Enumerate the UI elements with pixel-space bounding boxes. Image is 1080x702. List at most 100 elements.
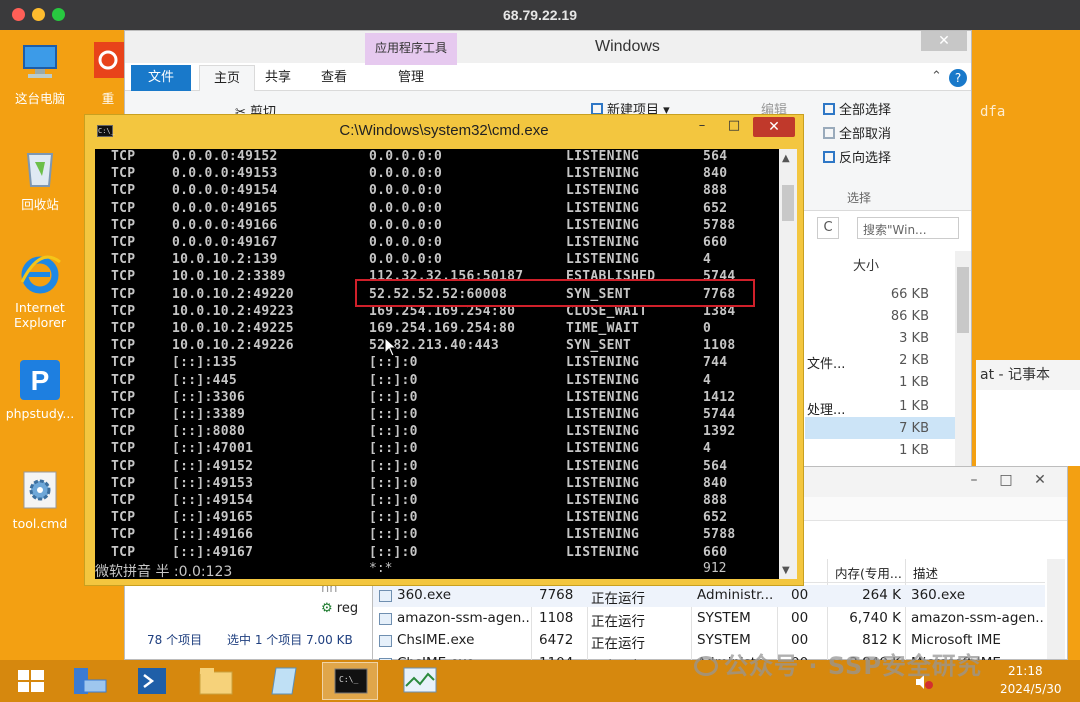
netstat-line: TCP 0.0.0.0:49167 0.0.0.0:0 LISTENING 660 — [95, 235, 779, 252]
taskbar-task-manager[interactable] — [392, 662, 448, 700]
process-pid: 6472 — [539, 632, 574, 649]
netstat-proto: TCP — [111, 441, 136, 457]
column-header-size[interactable]: 大小 — [853, 255, 879, 274]
select-none-icon — [823, 127, 835, 139]
ime-line-pid: 912 — [703, 561, 727, 576]
wechat-logo-icon — [694, 656, 718, 676]
notepad-window-title[interactable]: at - 记事本 — [976, 360, 1080, 390]
netstat-state: LISTENING — [566, 183, 640, 199]
file-size: 1 KB — [899, 399, 929, 414]
netstat-local-address: 10.0.10.2:49223 — [172, 303, 294, 319]
netstat-pid: 660 — [703, 235, 728, 250]
netstat-pid: 660 — [703, 544, 728, 560]
netstat-state: LISTENING — [566, 458, 640, 474]
netstat-line: TCP [::]:49154 [::]:0 LISTENING 888 — [95, 493, 779, 510]
close-button[interactable]: ✕ — [1025, 467, 1055, 493]
help-icon[interactable]: ? — [949, 69, 967, 87]
netstat-local-address: [::]:49167 — [172, 544, 254, 560]
netstat-state: LISTENING — [566, 475, 640, 491]
internet-explorer-icon — [18, 252, 62, 296]
netstat-proto: TCP — [111, 183, 136, 199]
netstat-line: TCP [::]:49165 [::]:0 LISTENING 652 — [95, 510, 779, 527]
file-size: 7 KB — [899, 421, 929, 436]
task-manager-scrollbar[interactable] — [1047, 559, 1065, 659]
tab-view[interactable]: 查看 — [311, 65, 357, 91]
file-size: 66 KB — [890, 287, 929, 302]
netstat-local-address: [::]:3389 — [172, 407, 246, 422]
ribbon-group-select-label: 选择 — [847, 191, 872, 205]
netstat-state: LISTENING — [566, 441, 640, 457]
desktop-icon-tool-cmd[interactable]: tool.cmd — [2, 468, 78, 531]
cmd-close-button[interactable]: ✕ — [753, 117, 795, 137]
tab-share[interactable]: 共享 — [255, 65, 301, 91]
desktop-icon-internet-explorer[interactable]: Internet Explorer — [2, 252, 78, 330]
column-header-description[interactable]: 描述 — [913, 563, 938, 582]
netstat-state: LISTENING — [566, 389, 640, 405]
taskbar-server-manager[interactable] — [62, 662, 118, 700]
netstat-pid: 5744 — [703, 407, 736, 422]
scroll-down-icon[interactable]: ▼ — [782, 565, 790, 576]
netstat-foreign-address: 0.0.0.0:0 — [369, 166, 443, 182]
process-user: Administr... — [697, 587, 774, 603]
desktop-icon-recycle-bin[interactable]: 回收站 — [2, 146, 78, 213]
refresh-button[interactable]: C — [817, 217, 839, 239]
gear-file-icon — [18, 468, 62, 512]
file-name-fragment: 处理... — [807, 403, 846, 418]
taskbar-file-explorer[interactable] — [188, 662, 244, 700]
console-output[interactable]: TCP 0.0.0.0:49152 0.0.0.0:0 LISTENING 564 TCP… — [95, 149, 779, 579]
taskbar-notepad[interactable] — [258, 662, 314, 700]
netstat-proto: TCP — [111, 544, 136, 560]
invert-selection-button[interactable]: 反向选择 — [823, 147, 891, 166]
viewer-titlebar: 68.79.22.19 — [0, 0, 1080, 30]
start-button[interactable] — [4, 662, 60, 700]
netstat-state: LISTENING — [566, 217, 640, 233]
ribbon-collapse-icon[interactable]: ⌃ — [931, 69, 942, 84]
svg-text:P: P — [31, 365, 50, 396]
tree-item-reg[interactable]: ⚙ reg — [321, 601, 358, 616]
tab-manage[interactable]: 管理 — [383, 65, 439, 91]
netstat-state: LISTENING — [566, 252, 640, 268]
netstat-pid: 1108 — [703, 338, 736, 354]
search-input[interactable]: 搜索"Win... — [857, 217, 959, 239]
recycle-bin-icon — [18, 146, 62, 190]
process-desc: 360.exe — [911, 587, 966, 603]
context-tab-app-tools: 应用程序工具 — [365, 33, 457, 65]
desktop-icon-label: 回收站 — [21, 197, 59, 212]
netstat-local-address: [::]:135 — [172, 355, 238, 371]
clock-date[interactable]: 2024/5/30 — [1000, 682, 1062, 696]
netstat-proto: TCP — [111, 200, 136, 216]
netstat-pid: 744 — [703, 355, 728, 371]
netstat-foreign-address: [::]:0 — [369, 527, 418, 543]
minimize-button[interactable]: – — [959, 467, 989, 493]
column-header-memory[interactable]: 内存(专用... — [835, 563, 902, 582]
cmd-minimize-button[interactable]: – — [691, 118, 713, 136]
cmd-maximize-button[interactable]: □ — [723, 118, 745, 136]
desktop-icon-partial[interactable]: 重 — [88, 40, 128, 107]
desktop-icon-this-pc[interactable]: 这台电脑 — [2, 40, 78, 107]
cmd-scrollbar-thumb[interactable] — [782, 185, 794, 221]
clock-time[interactable]: 21:18 — [1008, 664, 1043, 678]
highlight-syn-sent-box — [355, 279, 755, 307]
netstat-state: LISTENING — [566, 372, 640, 388]
netstat-proto: TCP — [111, 389, 136, 405]
select-all-button[interactable]: 全部选择 — [823, 99, 891, 118]
taskbar-cmd[interactable]: C:\_ — [322, 662, 378, 700]
netstat-line: TCP [::]:47001 [::]:0 LISTENING 4 — [95, 441, 779, 458]
netstat-proto: TCP — [111, 166, 136, 182]
tab-file[interactable]: 文件 — [131, 65, 191, 91]
maximize-button[interactable]: □ — [991, 467, 1021, 493]
select-none-button[interactable]: 全部取消 — [823, 123, 891, 142]
desktop-icon-phpstudy[interactable]: P phpstudy... — [2, 358, 78, 421]
netstat-line: TCP [::]:49167 [::]:0 LISTENING 660 — [95, 545, 779, 562]
scroll-up-icon[interactable]: ▲ — [782, 153, 790, 164]
netstat-local-address: [::]:49166 — [172, 527, 254, 543]
netstat-local-address: [::]:3306 — [172, 389, 246, 405]
netstat-state: LISTENING — [566, 510, 640, 526]
ime-status-line: 微软拼音 半 :0.0:123 *:* 912 — [95, 561, 779, 579]
taskbar-powershell[interactable] — [124, 662, 180, 700]
netstat-line: TCP [::]:49166 [::]:0 LISTENING 5788 — [95, 527, 779, 544]
viewer-title: 68.79.22.19 — [503, 7, 577, 23]
tab-home[interactable]: 主页 — [199, 65, 255, 91]
explorer-close-button[interactable]: ✕ — [921, 31, 967, 51]
explorer-scrollbar-thumb[interactable] — [957, 267, 969, 333]
